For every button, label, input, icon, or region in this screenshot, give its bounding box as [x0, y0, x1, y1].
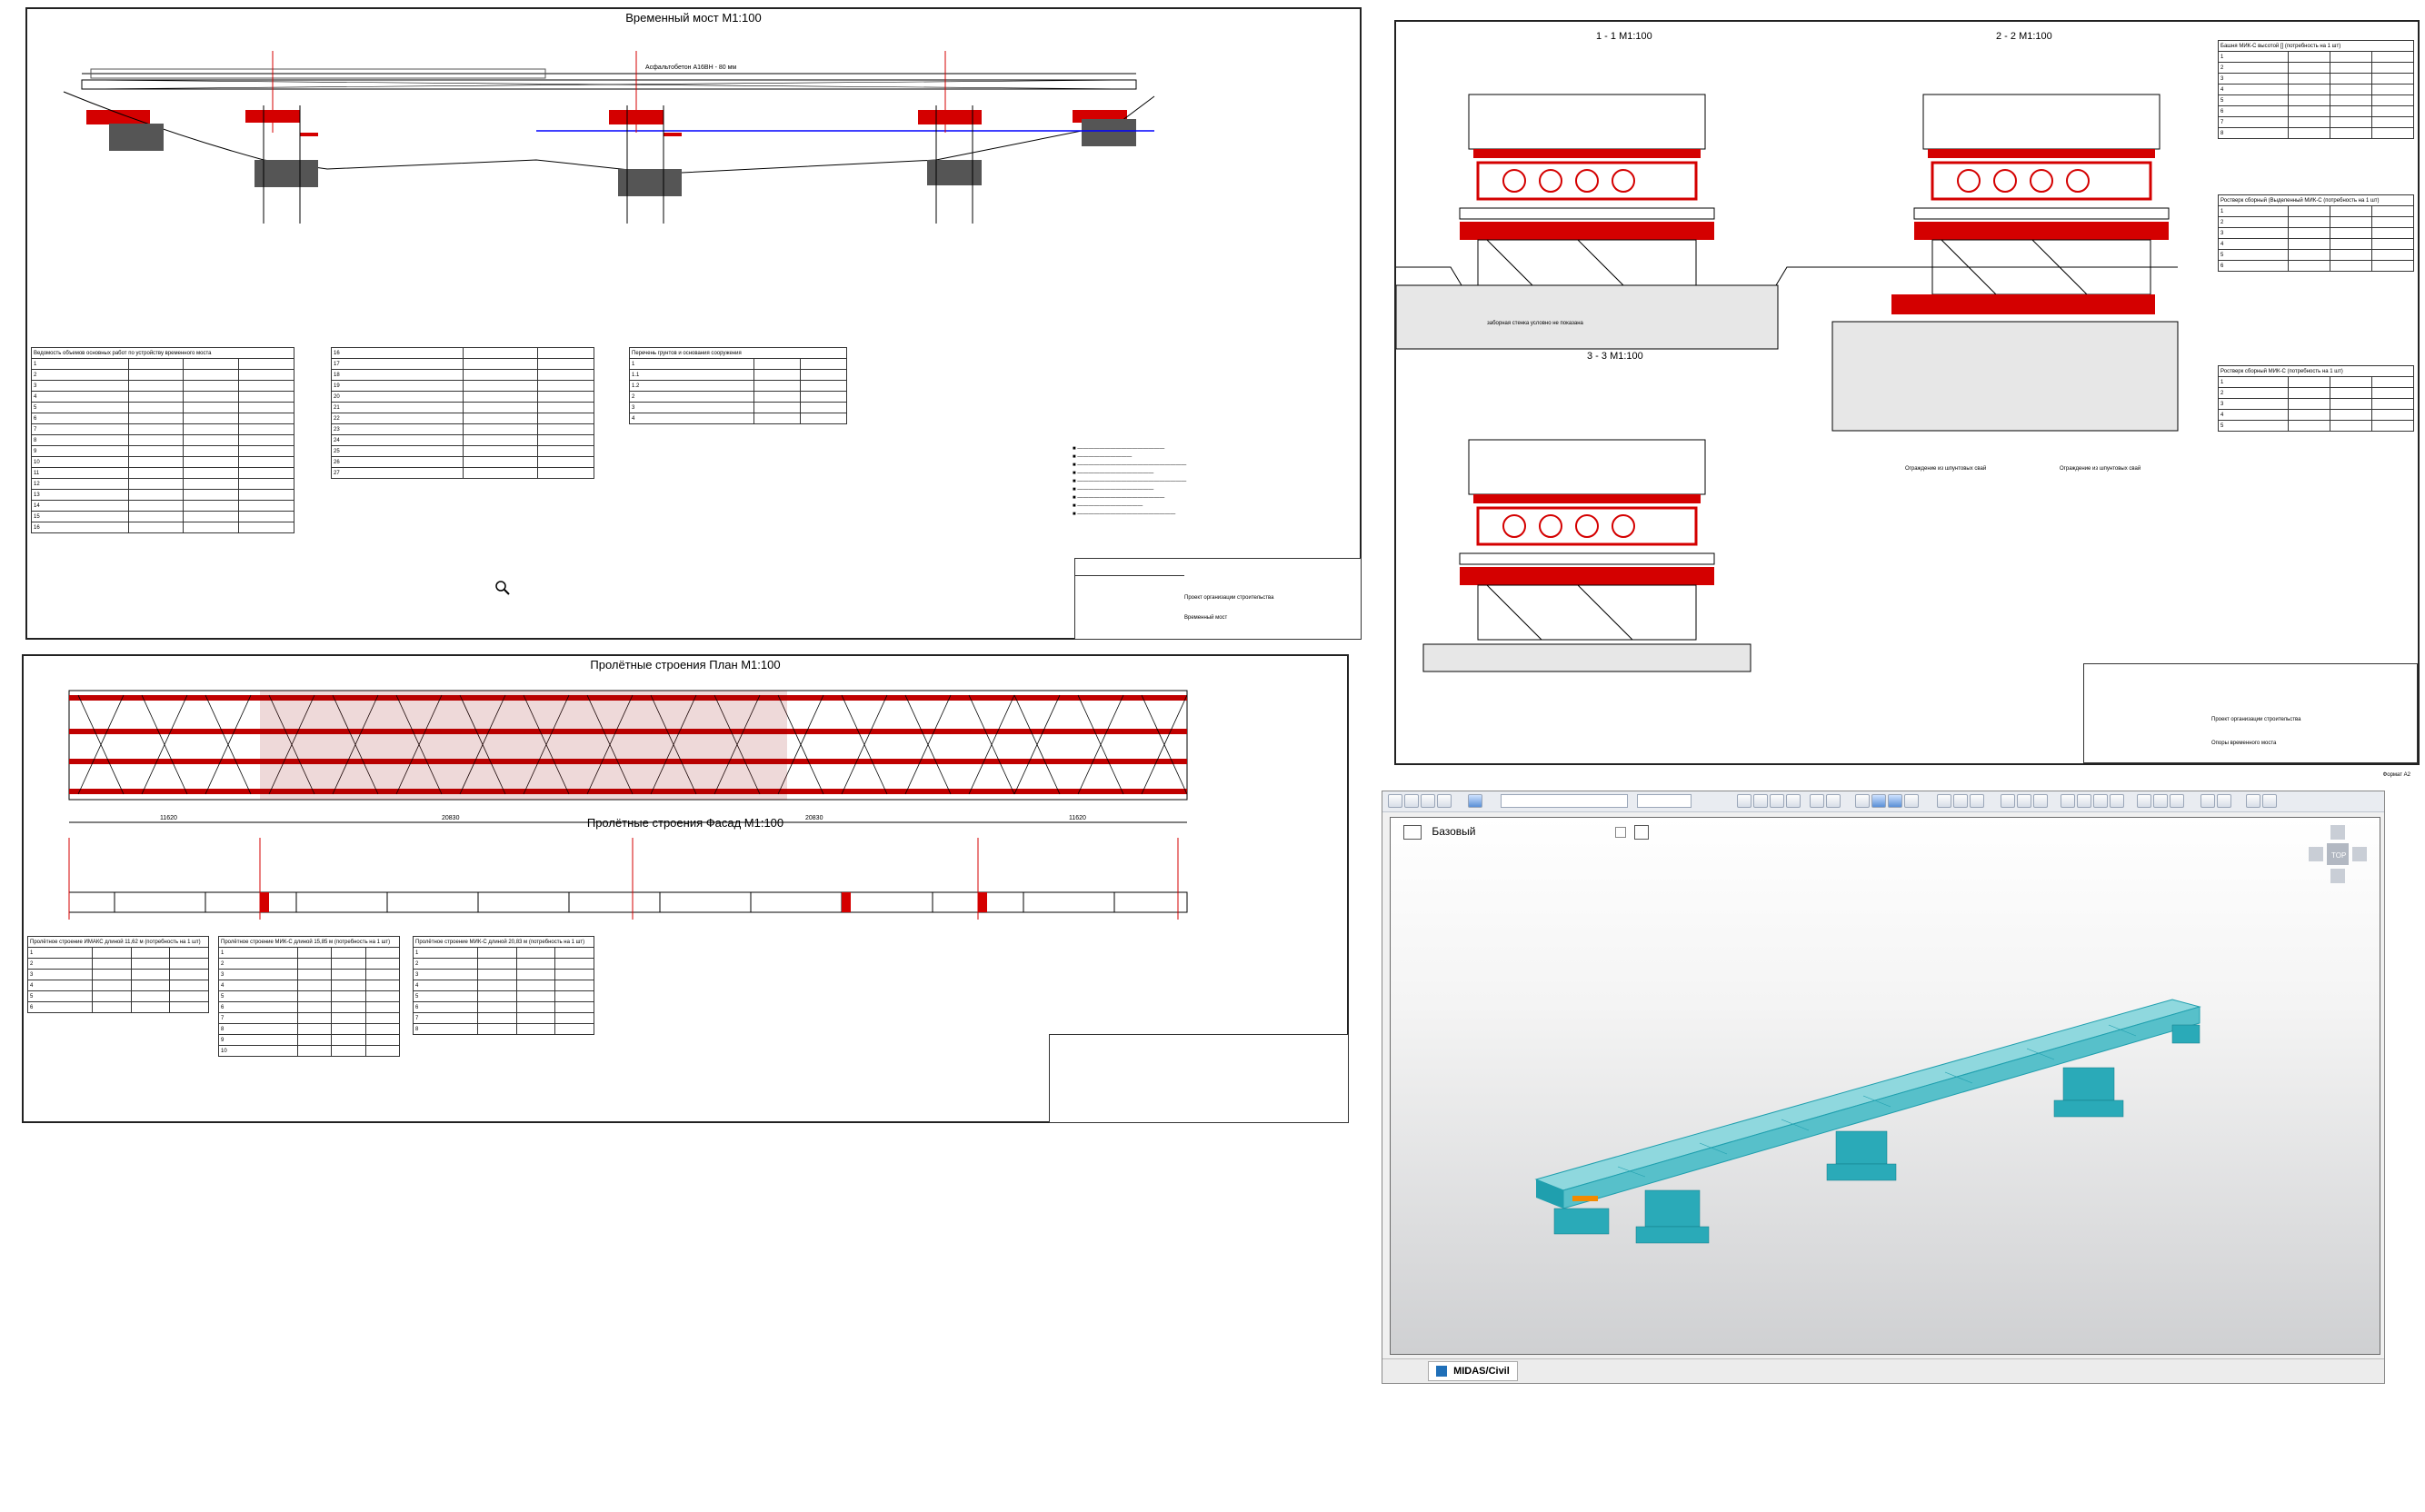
zoom-out-icon[interactable]	[2093, 794, 2108, 808]
sheet-title: Временный мост М1:100	[625, 11, 762, 25]
arrow-icon[interactable]	[1810, 794, 1824, 808]
pointer-icon[interactable]	[1468, 794, 1482, 808]
unlock-icon[interactable]	[2017, 794, 2031, 808]
rotate-tool-icon[interactable]	[1437, 794, 1452, 808]
table-caption: Пролётное строение ИМАКС длиной 11,62 м …	[27, 936, 209, 948]
orbit-icon[interactable]	[2153, 794, 2168, 808]
support-sections-drawing	[1396, 93, 2179, 672]
bridge-3d-model	[1534, 999, 2201, 1244]
title-block: Проект организации строительства Опоры в…	[2083, 663, 2418, 763]
drawing-sheet-spans: Пролётные строения План М1:100 11620 208…	[22, 654, 1349, 1123]
title-block-name: Опоры временного моста	[2211, 741, 2277, 746]
title-block: Проект организации строительства Временн…	[1074, 558, 1362, 640]
tab-midas-civil[interactable]: MIDAS/Civil	[1428, 1361, 1518, 1381]
title-block-name: Временный мост	[1184, 615, 1228, 621]
format-label: Формат А2	[2382, 772, 2410, 778]
dynamic-view-icon[interactable]	[2170, 794, 2184, 808]
drawing-sheet-supports: 1 - 1 М1:100 2 - 2 М1:100 3 - 3 М1:100 з…	[1394, 20, 2420, 778]
toolbar	[1382, 791, 2384, 812]
zoom-fit-icon[interactable]	[2110, 794, 2124, 808]
select-tool-icon[interactable]	[1388, 794, 1402, 808]
midas-logo-icon	[1436, 1366, 1447, 1378]
grillage-table-2: Ростверк сборный МИК-С (потребность на 1…	[2218, 365, 2415, 432]
node-icon[interactable]	[1737, 794, 1751, 808]
zoom-window-icon[interactable]	[2061, 794, 2075, 808]
table-caption: Ростверк сборный МИК-С (потребность на 1…	[2218, 365, 2414, 377]
status-bar: MIDAS/Civil	[1382, 1358, 2384, 1383]
table-caption: Пролётное строение МИК-С длиной 15,85 м …	[218, 936, 400, 948]
section-title-1: 1 - 1 М1:100	[1596, 31, 1652, 42]
shrink-icon[interactable]	[1953, 794, 1968, 808]
title-block-project: Проект организации строительства	[1184, 595, 1274, 601]
tower-table: Башня МИК-С высотой [] (потребность на 1…	[2218, 40, 2415, 139]
zoom-in-icon[interactable]	[2077, 794, 2091, 808]
span-table-3: Пролётное строение МИК-С длиной 20,83 м …	[412, 936, 594, 1035]
layer-dropdown[interactable]	[1637, 794, 1692, 808]
measure-icon[interactable]	[1826, 794, 1841, 808]
note-text: Асфальтобетон А16ВН - 80 мм	[645, 64, 736, 71]
midas-window: Базовый TOP MIDAS/Civil	[1382, 791, 2385, 1384]
table-caption: Перечень грунтов и основания сооружения	[629, 347, 847, 359]
general-notes: ■ ———————————————— ■ —————————— ■ ————————…	[1073, 446, 1187, 517]
window-icon[interactable]	[2246, 794, 2260, 808]
save-view-icon[interactable]	[2033, 794, 2048, 808]
split-icon[interactable]	[1770, 794, 1784, 808]
magnifier-icon[interactable]	[494, 580, 511, 596]
model-viewport[interactable]: Базовый TOP	[1390, 817, 2380, 1355]
works-table-continued: 16 17 18 19 20 21 22 23 24 25 26 27	[331, 347, 594, 479]
pan-icon[interactable]	[2137, 794, 2151, 808]
display-icon[interactable]	[2200, 794, 2215, 808]
note-text: Ограждение из шпунтовых свай	[2060, 466, 2141, 472]
note-text: заборная стенка условно не показана	[1487, 321, 1583, 326]
plan-title: Пролётные строения План М1:100	[590, 658, 781, 671]
facade-title: Пролётные строения Фасад М1:100	[586, 816, 784, 830]
render-icon[interactable]	[2217, 794, 2231, 808]
layout-icon[interactable]	[2262, 794, 2277, 808]
table-caption: Ведомость объемов основных работ по устр…	[31, 347, 294, 359]
works-table: Ведомость объемов основных работ по устр…	[31, 347, 294, 533]
drawing-sheet-bridge: Временный мост М1:100 Асфальтобетон А16В…	[25, 7, 1362, 640]
move-tool-icon[interactable]	[1404, 794, 1419, 808]
bridge-elevation-drawing: Асфальтобетон А16ВН - 80 мм	[63, 51, 1155, 224]
hidden-icon[interactable]	[1937, 794, 1951, 808]
tab-label: MIDAS/Civil	[1453, 1366, 1510, 1377]
view-iso-icon[interactable]	[1888, 794, 1902, 808]
view-top-icon[interactable]	[1871, 794, 1886, 808]
note-text: Ограждение из шпунтовых свай	[1905, 466, 1987, 472]
title-block-project: Проект организации строительства	[2211, 717, 2301, 722]
selection-dropdown[interactable]	[1501, 794, 1628, 808]
table-caption: Пролётное строение МИК-С длиной 20,83 м …	[413, 936, 594, 948]
grillage-table: Ростверк сборный (Выделенный МИК-С (потр…	[2218, 194, 2415, 272]
span-table-1: Пролётное строение ИМАКС длиной 11,62 м …	[26, 936, 209, 1013]
copy-tool-icon[interactable]	[1421, 794, 1435, 808]
span-table-2: Пролётное строение МИК-С длиной 15,85 м …	[217, 936, 401, 1057]
table-caption: Ростверк сборный (Выделенный МИК-С (потр…	[2218, 194, 2414, 206]
span-facade-drawing	[68, 838, 1188, 920]
element-icon[interactable]	[1753, 794, 1768, 808]
section-title-2: 2 - 2 М1:100	[1996, 31, 2052, 42]
view-side-icon[interactable]	[1904, 794, 1919, 808]
soils-table: Перечень грунтов и основания сооружения …	[629, 347, 848, 424]
view-front-icon[interactable]	[1855, 794, 1870, 808]
lock-icon[interactable]	[2001, 794, 2015, 808]
table-caption: Башня МИК-С высотой [] (потребность на 1…	[2218, 40, 2414, 52]
shade-icon[interactable]	[1970, 794, 1984, 808]
merge-icon[interactable]	[1786, 794, 1801, 808]
title-block	[1049, 1034, 1349, 1123]
